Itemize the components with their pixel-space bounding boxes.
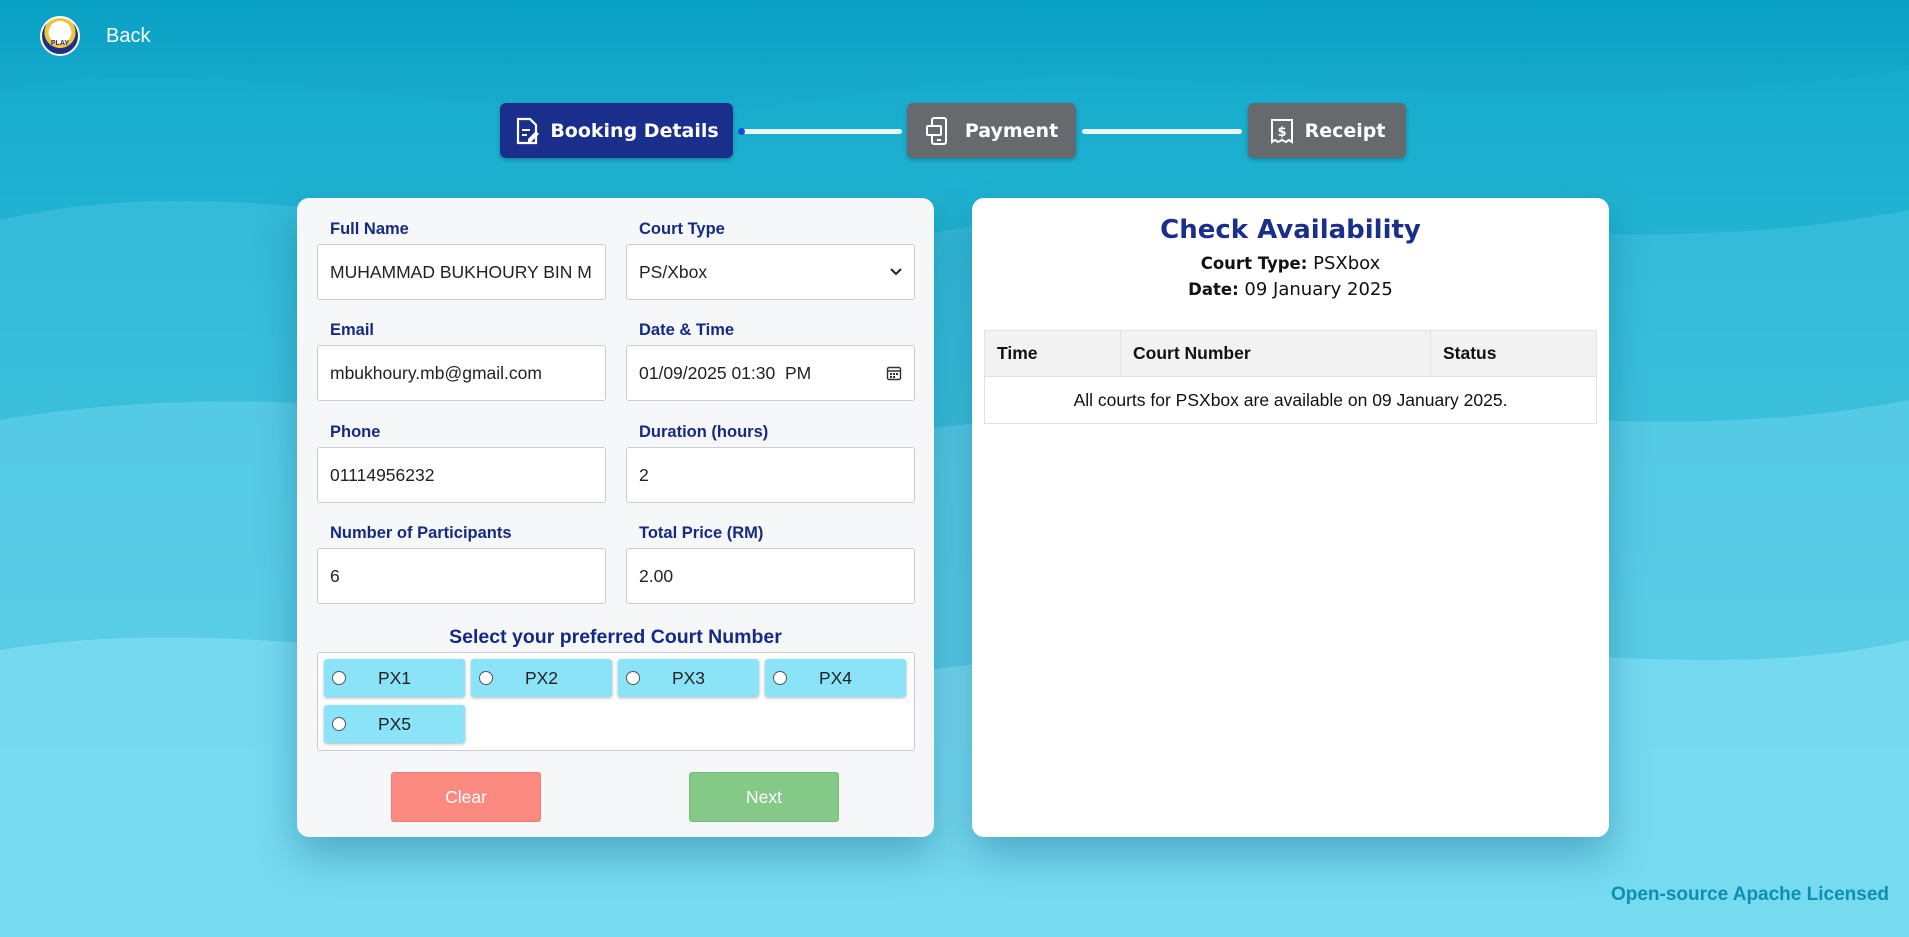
court-option-px2[interactable]: PX2 [471, 659, 612, 697]
datetime-label: Date & Time [639, 321, 735, 339]
duration-label: Duration (hours) [639, 423, 769, 441]
edit-document-icon [517, 117, 540, 144]
receipt-dollar-icon: $ [1270, 118, 1293, 144]
svg-text:$: $ [1277, 125, 1286, 140]
calendar-icon[interactable] [886, 365, 902, 381]
step-label: Booking Details [550, 119, 719, 142]
court-option-px4[interactable]: PX4 [765, 659, 906, 697]
datetime-field: Date & Time 01/09/2025 01:30 PM [626, 321, 915, 401]
table-row: All courts for PSXbox are available on 0… [984, 376, 1597, 424]
court-type-field: Court Type PS/Xbox [626, 220, 915, 300]
total-price-input[interactable]: 2.00 [626, 548, 915, 604]
phone-field: Phone 01114956232 [317, 423, 606, 503]
top-bar: PLAY Back [40, 16, 150, 56]
phone-input[interactable]: 01114956232 [317, 447, 606, 503]
court-option-px5[interactable]: PX5 [324, 705, 465, 743]
step-receipt[interactable]: $ Receipt [1248, 103, 1406, 158]
table-header-row: Time Court Number Status [984, 330, 1597, 377]
court-option-label: PX5 [377, 713, 412, 734]
booking-stepper: Booking Details Payment $ Receipt [500, 103, 1406, 158]
radio-button[interactable] [479, 671, 493, 685]
radio-button[interactable] [626, 671, 640, 685]
duration-field: Duration (hours) 2 [626, 423, 915, 503]
availability-table: Time Court Number Status All courts for … [984, 330, 1597, 424]
step-booking-details[interactable]: Booking Details [500, 103, 733, 158]
clear-button[interactable]: Clear [391, 772, 541, 822]
step-connector [738, 128, 902, 135]
court-type-meta-value: PSXbox [1313, 253, 1381, 274]
radio-button[interactable] [332, 717, 346, 731]
column-header-time: Time [984, 330, 1121, 377]
total-price-field: Total Price (RM) 2.00 [626, 524, 915, 604]
participants-label: Number of Participants [330, 524, 512, 542]
email-input[interactable]: mbukhoury.mb@gmail.com [317, 345, 606, 401]
column-header-court-number: Court Number [1120, 330, 1431, 377]
next-button[interactable]: Next [689, 772, 839, 822]
court-option-px3[interactable]: PX3 [618, 659, 759, 697]
date-meta-label: Date: [1188, 280, 1239, 299]
availability-message: All courts for PSXbox are available on 0… [984, 376, 1597, 424]
datetime-input[interactable]: 01/09/2025 01:30 PM [626, 345, 915, 401]
email-label: Email [330, 321, 375, 339]
license-footer[interactable]: Open-source Apache Licensed [1611, 884, 1889, 906]
court-type-label: Court Type [639, 220, 725, 238]
court-type-select[interactable]: PS/Xbox [626, 244, 915, 300]
court-type-meta-label: Court Type: [1200, 254, 1308, 273]
step-label: Payment [964, 119, 1059, 142]
duration-input[interactable]: 2 [626, 447, 915, 503]
court-option-label: PX2 [524, 667, 559, 688]
full-name-input[interactable]: MUHAMMAD BUKHOURY BIN M [317, 244, 606, 300]
booking-form-panel: Full Name MUHAMMAD BUKHOURY BIN M Court … [297, 198, 934, 837]
mobile-payment-icon [925, 116, 947, 145]
court-option-label: PX1 [377, 667, 412, 688]
mascot-logo-icon[interactable]: PLAY [40, 16, 80, 56]
step-connector [1082, 129, 1242, 134]
chevron-down-icon [890, 268, 902, 276]
step-payment[interactable]: Payment [907, 103, 1076, 158]
total-price-label: Total Price (RM) [639, 524, 764, 542]
court-number-options: PX1 PX2 PX3 PX4 PX5 [317, 652, 915, 751]
full-name-label: Full Name [330, 220, 409, 238]
availability-date: Date: 09 January 2025 [972, 279, 1609, 300]
participants-input[interactable]: 6 [317, 548, 606, 604]
availability-panel: Check Availability Court Type: PSXbox Da… [972, 198, 1609, 837]
date-meta-value: 09 January 2025 [1244, 279, 1393, 300]
court-select-title: Select your preferred Court Number [449, 626, 782, 648]
court-option-label: PX4 [818, 667, 853, 688]
full-name-field: Full Name MUHAMMAD BUKHOURY BIN M [317, 220, 606, 300]
phone-label: Phone [330, 423, 381, 441]
back-link[interactable]: Back [106, 25, 150, 48]
radio-button[interactable] [332, 671, 346, 685]
court-option-label: PX3 [671, 667, 706, 688]
court-option-px1[interactable]: PX1 [324, 659, 465, 697]
participants-field: Number of Participants 6 [317, 524, 606, 604]
availability-title: Check Availability [1160, 215, 1421, 245]
availability-court-type: Court Type: PSXbox [972, 253, 1609, 274]
radio-button[interactable] [773, 671, 787, 685]
step-label: Receipt [1304, 119, 1386, 142]
email-field: Email mbukhoury.mb@gmail.com [317, 321, 606, 401]
column-header-status: Status [1430, 330, 1597, 377]
